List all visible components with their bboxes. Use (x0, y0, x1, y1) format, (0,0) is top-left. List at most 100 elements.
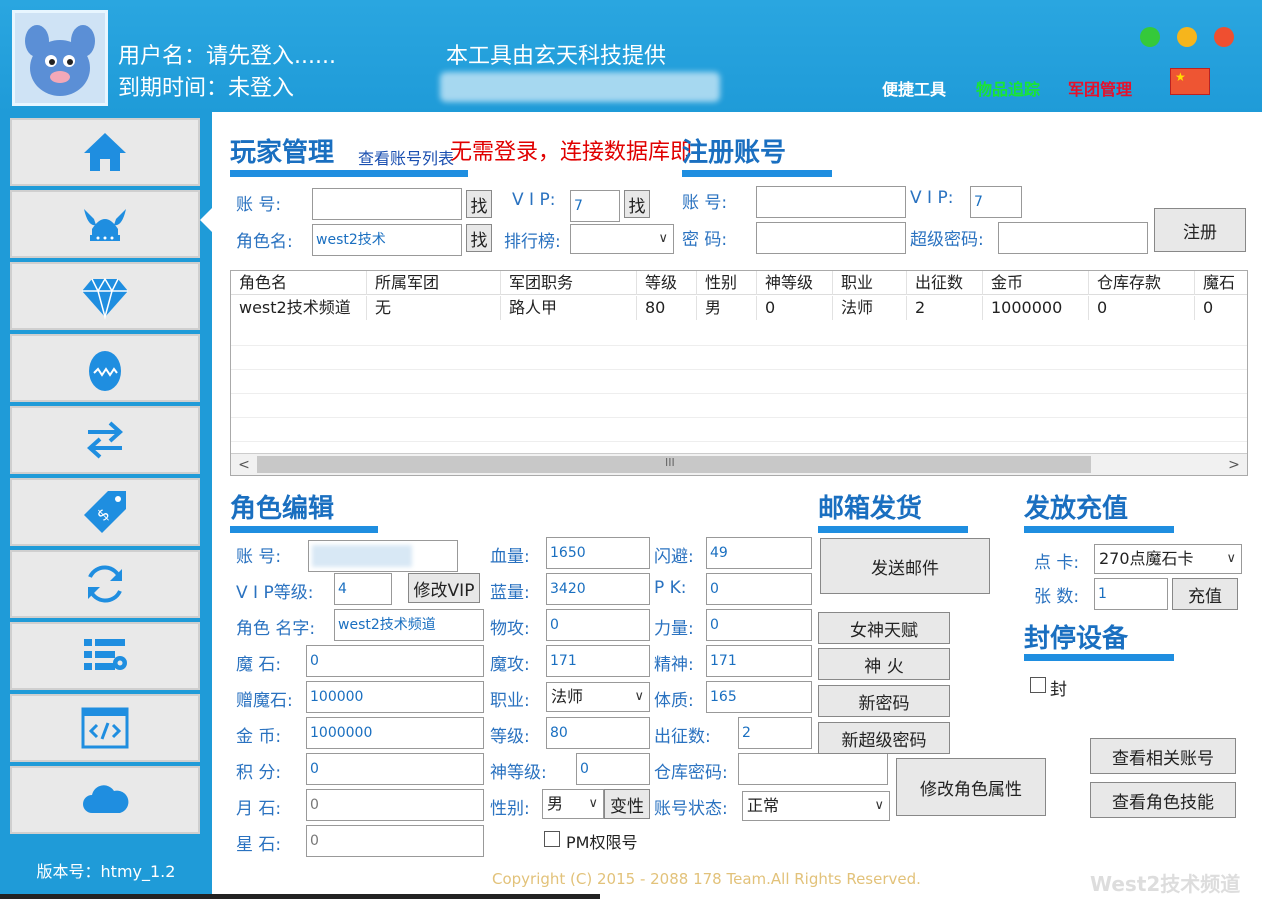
column-header[interactable]: 职业 (833, 271, 907, 295)
sidebar-item-refresh[interactable] (10, 550, 200, 618)
view-related-accounts-button[interactable]: 查看相关账号 (1090, 738, 1236, 774)
mp-input[interactable]: 3420 (546, 573, 650, 605)
view-role-skills-button[interactable]: 查看角色技能 (1090, 782, 1236, 818)
table-cell: 0 (1089, 296, 1195, 320)
modify-role-attributes-button[interactable]: 修改角色属性 (896, 758, 1046, 816)
sidebar-item-cloud[interactable] (10, 766, 200, 834)
moon-stone-input[interactable]: 0 (306, 789, 484, 821)
register-vip-label: V I P: (910, 188, 954, 208)
column-header[interactable]: 角色名 (231, 271, 367, 295)
scroll-right-icon[interactable]: > (1223, 455, 1245, 475)
mag-atk-input[interactable]: 171 (546, 645, 650, 677)
super-password-input[interactable] (998, 222, 1148, 254)
table-cell: 80 (637, 296, 697, 320)
ban-checkbox[interactable] (1030, 677, 1046, 693)
column-header[interactable]: 仓库存款 (1089, 271, 1195, 295)
goddess-talent-button[interactable]: 女神天赋 (818, 612, 950, 644)
job-select[interactable]: 法师 ∨ (546, 682, 650, 712)
new-super-password-button[interactable]: 新超级密码 (818, 722, 950, 754)
column-header[interactable]: 等级 (637, 271, 697, 295)
gift-stone-input[interactable]: 100000 (306, 681, 484, 713)
register-password-input[interactable] (756, 222, 906, 254)
column-header[interactable]: 魔石 (1195, 271, 1247, 295)
minimize-button[interactable] (1140, 27, 1160, 47)
player-role-input[interactable]: west2技术 (312, 224, 462, 256)
provider-text: 本工具由玄天科技提供 (446, 44, 667, 69)
spirit-input[interactable]: 171 (706, 645, 812, 677)
modify-vip-button[interactable]: 修改VIP (408, 573, 480, 603)
chevron-down-icon: ∨ (874, 798, 884, 813)
find-role-button[interactable]: 找 (466, 224, 492, 252)
quick-tools-link[interactable]: 便捷工具 (882, 76, 946, 100)
str-input[interactable]: 0 (706, 609, 812, 641)
star-stone-input[interactable]: 0 (306, 825, 484, 857)
sidebar-item-helmet[interactable] (10, 190, 200, 258)
viking-helmet-icon (84, 209, 126, 241)
item-tracking-link[interactable]: 物品追踪 (976, 76, 1040, 100)
count-input[interactable]: 1 (1094, 578, 1168, 610)
chevron-down-icon: ∨ (588, 796, 598, 811)
god-level-input[interactable]: 0 (576, 753, 650, 785)
sidebar-item-egg[interactable] (10, 334, 200, 402)
column-header[interactable]: 性别 (697, 271, 757, 295)
main-panel: 玩家管理 查看账号列表 无需登录，连接数据库即 账 号: 找 角色名: west… (212, 112, 1262, 899)
level-input[interactable]: 80 (546, 717, 650, 749)
gold-input[interactable]: 1000000 (306, 717, 484, 749)
sidebar-item-code[interactable] (10, 694, 200, 762)
recharge-button[interactable]: 充值 (1172, 578, 1238, 610)
maximize-button[interactable] (1177, 27, 1197, 47)
hp-input[interactable]: 1650 (546, 537, 650, 569)
sidebar-item-price-tag[interactable]: $ (10, 478, 200, 546)
sidebar-item-list[interactable] (10, 622, 200, 690)
dodge-input[interactable]: 49 (706, 537, 812, 569)
register-account-input[interactable] (756, 186, 906, 218)
ban-device-title: 封停设备 (1024, 624, 1129, 654)
column-header[interactable]: 军团职务 (501, 271, 637, 295)
table-row[interactable]: west2技术频道无路人甲 80 男 0 法师 2 1000000 0 0 (231, 296, 1247, 320)
scroll-left-icon[interactable]: < (233, 455, 255, 475)
register-vip-input[interactable]: 7 (970, 186, 1022, 218)
send-mail-button[interactable]: 发送邮件 (820, 538, 990, 594)
sidebar-item-transfer[interactable] (10, 406, 200, 474)
vip-level-input[interactable]: 4 (334, 573, 392, 605)
player-vip-input[interactable]: 7 (570, 190, 620, 222)
sidebar-item-home[interactable] (10, 118, 200, 186)
register-password-label: 密 码: (682, 230, 728, 250)
column-header[interactable]: 金币 (983, 271, 1089, 295)
pm-permission-checkbox[interactable] (544, 831, 560, 847)
new-password-button[interactable]: 新密码 (818, 685, 950, 717)
player-account-input[interactable] (312, 188, 462, 220)
view-account-list-link[interactable]: 查看账号列表 (358, 145, 454, 169)
rank-select[interactable]: ∨ (570, 224, 674, 254)
points-label: 积 分: (236, 763, 282, 783)
points-input[interactable]: 0 (306, 753, 484, 785)
column-header[interactable]: 所属军团 (367, 271, 501, 295)
legion-manage-link[interactable]: 军团管理 (1068, 76, 1132, 100)
change-gender-button[interactable]: 变性 (604, 789, 650, 819)
god-level-label: 神等级: (490, 763, 547, 783)
avatar (12, 10, 108, 106)
pk-input[interactable]: 0 (706, 573, 812, 605)
recharge-underline (1024, 526, 1174, 533)
phy-atk-input[interactable]: 0 (546, 609, 650, 641)
card-select[interactable]: 270点魔石卡 ∨ (1094, 544, 1242, 574)
account-status-select[interactable]: 正常 ∨ (742, 791, 890, 821)
expedition-input[interactable]: 2 (738, 717, 812, 749)
con-input[interactable]: 165 (706, 681, 812, 713)
column-header[interactable]: 神等级 (757, 271, 833, 295)
divine-fire-button[interactable]: 神 火 (818, 648, 950, 680)
close-button[interactable] (1214, 27, 1234, 47)
china-flag-icon[interactable]: ★ (1170, 68, 1210, 95)
horizontal-scrollbar[interactable]: < III > (231, 453, 1247, 475)
sidebar-item-diamond[interactable] (10, 262, 200, 330)
register-button[interactable]: 注册 (1154, 208, 1246, 252)
warehouse-password-input[interactable] (738, 753, 888, 785)
gender-select[interactable]: 男 ∨ (542, 789, 604, 819)
column-header[interactable]: 出征数 (907, 271, 983, 295)
edit-account-input[interactable] (308, 540, 458, 572)
magic-stone-input[interactable]: 0 (306, 645, 484, 677)
find-vip-button[interactable]: 找 (624, 190, 650, 218)
role-name-input[interactable]: west2技术频道 (334, 609, 484, 641)
scroll-thumb[interactable]: III (257, 456, 1091, 473)
find-account-button[interactable]: 找 (466, 190, 492, 218)
